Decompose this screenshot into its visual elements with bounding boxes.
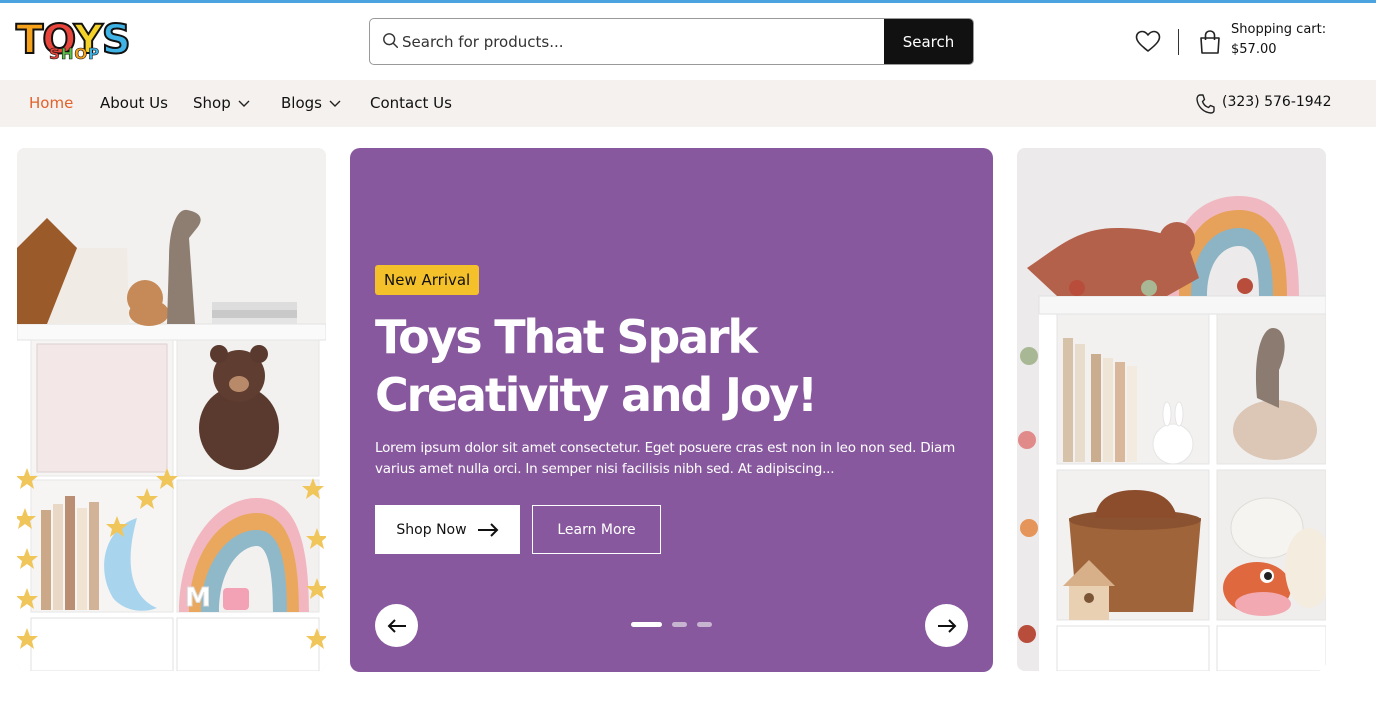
shop-now-label: Shop Now: [396, 521, 467, 538]
previous-slide-button[interactable]: [375, 604, 418, 647]
search-bar: Search: [369, 18, 974, 65]
site-header: TOYS SHOP Search Shopping cart: $57.00: [0, 3, 1376, 80]
nav-item-label: Shop: [193, 94, 231, 112]
nav-item-label: About Us: [100, 94, 168, 112]
heart-icon[interactable]: [1135, 30, 1161, 54]
arrow-right-icon: [477, 522, 498, 537]
shop-now-button[interactable]: Shop Now: [375, 505, 520, 554]
right-promo-image[interactable]: [1017, 148, 1326, 671]
search-icon: [383, 33, 399, 49]
cart-label[interactable]: Shopping cart:: [1231, 22, 1326, 37]
hero-slider: New Arrival Toys That Spark Creativity a…: [350, 148, 993, 672]
chevron-down-icon: [238, 100, 250, 107]
brand-logo[interactable]: TOYS SHOP: [15, 16, 158, 67]
main-navigation: Home About Us Shop Blogs Contact Us (323…: [0, 80, 1376, 127]
hero-title: Toys That Spark Creativity and Joy!: [375, 310, 818, 422]
slide-dot-3[interactable]: [697, 622, 712, 627]
arrow-right-icon: [937, 618, 956, 633]
learn-more-button[interactable]: Learn More: [532, 505, 661, 554]
svg-text:M: M: [185, 583, 211, 613]
hero-description: Lorem ipsum dolor sit amet consectetur. …: [375, 440, 956, 477]
logo-shop-text: SHOP: [49, 45, 101, 64]
shelf-with-plush-toys-illustration: [1017, 148, 1326, 671]
search-input[interactable]: [402, 19, 882, 64]
nav-item-home[interactable]: Home: [29, 94, 73, 112]
arrow-left-icon: [387, 618, 406, 633]
search-button[interactable]: Search: [884, 19, 973, 64]
phone-icon: [1196, 94, 1215, 114]
header-divider: [1178, 29, 1179, 55]
new-arrival-badge: New Arrival: [375, 265, 480, 295]
shopping-bag-icon[interactable]: [1198, 29, 1222, 55]
cart-total[interactable]: $57.00: [1231, 42, 1277, 57]
chevron-down-icon: [329, 100, 341, 107]
nav-item-blogs[interactable]: Blogs: [281, 94, 342, 112]
slide-dot-1[interactable]: [631, 622, 662, 627]
nav-item-contact-us[interactable]: Contact Us: [370, 94, 452, 112]
slide-dot-2[interactable]: [672, 622, 687, 627]
nav-item-shop[interactable]: Shop: [193, 94, 251, 112]
left-promo-image[interactable]: M: [17, 148, 326, 671]
next-slide-button[interactable]: [925, 604, 968, 647]
phone-number-link[interactable]: (323) 576-1942: [1222, 94, 1332, 110]
nav-item-label: Blogs: [281, 94, 322, 112]
shelf-with-toys-illustration: M: [17, 148, 326, 671]
nav-item-about-us[interactable]: About Us: [100, 94, 168, 112]
nav-item-label: Home: [29, 94, 74, 112]
nav-item-label: Contact Us: [370, 94, 452, 112]
